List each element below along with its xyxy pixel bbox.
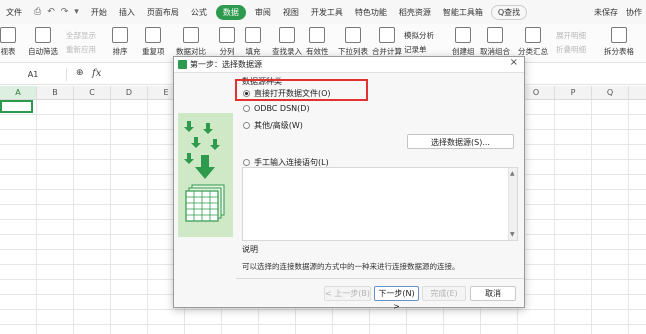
dialog-title: 第一步：选择数据源 [190,60,262,69]
database-arrows-icon [184,121,225,222]
data-compare-button[interactable]: 数据对比 [176,24,206,57]
duplicates-icon [145,27,162,43]
option-label: 其他/高级(W) [254,121,303,130]
close-icon[interactable]: × [510,57,518,68]
split-column-button[interactable]: 分列 [219,24,235,57]
option-label: ODBC DSN(D) [254,104,310,113]
zoom-icon[interactable]: ⊕ [76,68,84,78]
wizard-illustration [178,113,233,237]
dropdown-list-icon [345,27,361,43]
search-button[interactable]: Q查找 [490,4,528,20]
subtotal-icon [525,27,541,43]
option-odbc[interactable]: ODBC DSN(D) [243,104,310,113]
tab-insert[interactable]: 插入 [113,7,141,18]
expand-detail-button[interactable]: 展开明细 [556,30,586,41]
dropdown-list-button[interactable]: 下拉列表 [338,24,368,57]
fill-icon [245,27,261,43]
radio-button[interactable] [243,122,250,129]
auto-filter-button[interactable]: 自动筛选 [28,24,58,57]
show-all-button[interactable]: 全部显示 [66,30,96,41]
subtotal-button[interactable]: 分类汇总 [518,24,548,57]
scroll-up-icon[interactable]: ▲ [510,170,515,177]
tab-formulas[interactable]: 公式 [185,7,213,18]
collab-button[interactable]: 协作 [626,7,642,18]
sort-icon [112,27,128,43]
finish-button[interactable]: 完成(E) [422,286,466,301]
column-header-b[interactable]: B [37,86,74,99]
find-entry-icon [279,27,295,43]
split-table-icon [611,27,627,43]
tab-review[interactable]: 审阅 [249,7,277,18]
simulate-button[interactable]: 模拟分析 [404,30,434,41]
consolidate-button[interactable]: 合并计算 [372,24,402,57]
quick-access-toolbar: ⎙ ↶ ↷ ▾ [28,7,85,17]
validity-icon [309,27,326,43]
connection-text-area[interactable]: ▲ ▼ [242,167,518,241]
fx-icon[interactable]: fx [92,68,101,79]
split-table-button[interactable]: 拆分表格 [604,24,634,57]
tab-resources[interactable]: 稻壳资源 [393,7,437,18]
validity-button[interactable]: 有效性 [306,24,329,57]
scroll-down-icon[interactable]: ▼ [510,231,515,238]
column-header-a[interactable]: A [0,86,37,99]
divider [236,278,524,279]
redo-icon[interactable]: ↷ [61,7,69,17]
next-button[interactable]: 下一步(N) > [374,286,419,311]
vertical-scrollbar[interactable]: ▲ ▼ [508,168,517,240]
active-cell[interactable] [0,100,33,113]
pivot-table-button[interactable]: 视表 [0,24,16,57]
split-icon [219,27,235,43]
consolidate-icon [379,27,395,43]
column-header-d[interactable]: D [111,86,148,99]
unsaved-status[interactable]: 未保存 [594,7,618,18]
highlight-box [235,79,368,101]
menubar-right: 未保存 协作 [594,0,642,24]
tab-page-layout[interactable]: 页面布局 [141,7,185,18]
data-source-dialog: 第一步：选择数据源 × 数据源种类 直接打开数据文件(O) ODBC DSN(D… [173,56,525,311]
record-button[interactable]: 记录单 [404,44,427,55]
group-icon [455,27,472,43]
select-data-source-button[interactable]: 选择数据源(S)... [407,134,514,149]
chevron-down-icon[interactable]: ▾ [74,7,79,17]
pivot-icon [0,27,16,43]
description-title: 说明 [242,245,258,254]
column-header-p[interactable]: P [555,86,592,99]
reapply-button[interactable]: 重新应用 [66,44,96,55]
tab-features[interactable]: 特色功能 [349,7,393,18]
find-entry-button[interactable]: 查找录入 [272,24,302,57]
prev-button[interactable]: < 上一步(B) [324,286,371,301]
option-advanced[interactable]: 其他/高级(W) [243,120,303,131]
tab-toolbox[interactable]: 智能工具箱 [437,7,489,18]
column-header-q[interactable]: Q [592,86,629,99]
description-text: 可以选择的连接数据源的方式中的一种来进行连接数据源的连接。 [242,262,460,271]
collapse-detail-button[interactable]: 折叠明细 [556,44,586,55]
duplicates-button[interactable]: 重复项 [142,24,165,57]
ungroup-icon [487,27,503,43]
tab-developer[interactable]: 开发工具 [305,7,349,18]
file-menu[interactable]: 文件 [0,7,28,18]
tab-data[interactable]: 数据 [215,4,246,20]
app-icon [178,60,187,69]
ungroup-button[interactable]: 取消组合 [480,24,510,57]
fill-button[interactable]: 填充 [245,24,261,57]
tab-home[interactable]: 开始 [85,7,113,18]
undo-icon[interactable]: ↶ [47,7,55,17]
menu-bar: 文件 ⎙ ↶ ↷ ▾ 开始 插入 页面布局 公式 数据 审阅 视图 开发工具 特… [0,0,646,24]
dialog-title-bar: 第一步：选择数据源 × [174,57,524,73]
cancel-button[interactable]: 取消 [470,286,516,301]
tab-view[interactable]: 视图 [277,7,305,18]
print-icon[interactable]: ⎙ [34,7,41,17]
name-box[interactable]: A1 [0,68,67,81]
column-header-c[interactable]: C [74,86,111,99]
sort-button[interactable]: 排序 [112,24,128,57]
radio-button[interactable] [243,159,250,166]
radio-button[interactable] [243,105,250,112]
compare-icon [183,27,199,43]
create-group-button[interactable]: 创建组 [452,24,475,57]
filter-icon [35,27,51,43]
